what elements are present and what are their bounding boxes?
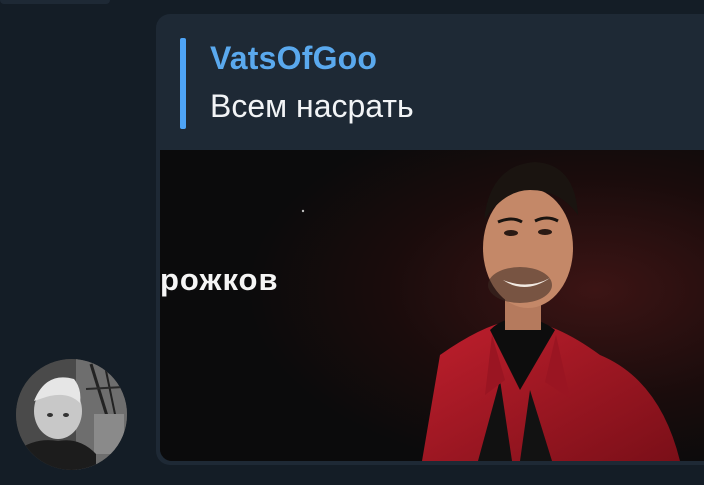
avatar-photo	[16, 359, 127, 470]
message-photo[interactable]: рожков	[160, 150, 704, 461]
reply-text: Всем насрать	[210, 88, 414, 124]
reply-preview[interactable]: VatsOfGoo Всем насрать	[180, 36, 704, 130]
photo-caption: рожков	[160, 262, 279, 297]
previous-message-edge	[0, 0, 110, 4]
chat-area: VatsOfGoo Всем насрать рожков	[0, 0, 704, 485]
message-bubble[interactable]: VatsOfGoo Всем насрать рожков	[156, 14, 704, 465]
avatar[interactable]	[16, 359, 127, 470]
reply-author: VatsOfGoo	[210, 40, 378, 76]
reply-accent-bar	[180, 38, 186, 129]
photo-artwork	[160, 150, 704, 461]
